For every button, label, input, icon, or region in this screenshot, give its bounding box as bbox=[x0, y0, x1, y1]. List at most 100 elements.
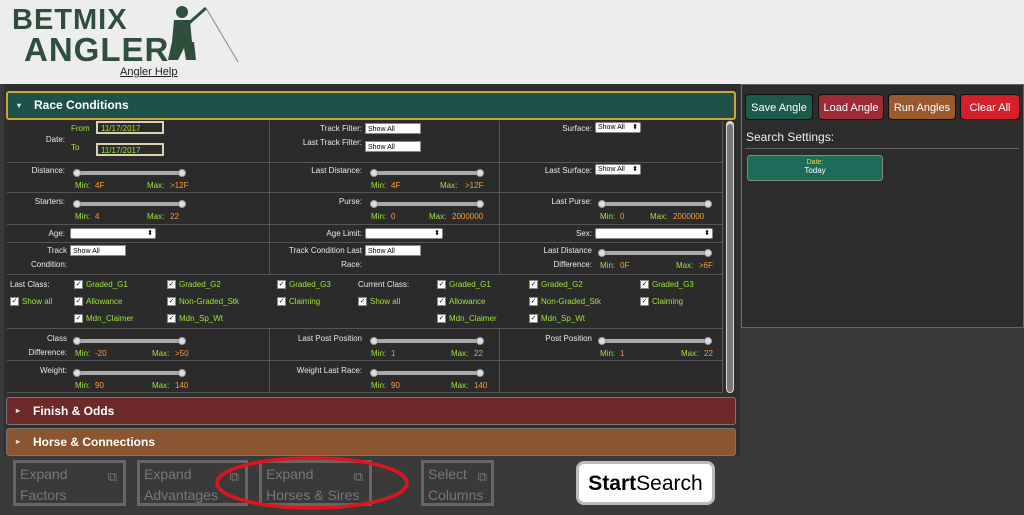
slider-max-handle[interactable] bbox=[178, 369, 186, 377]
weight-min-value: 90 bbox=[95, 381, 104, 390]
clear-all-button[interactable]: Clear All bbox=[960, 94, 1020, 120]
track-condition-input[interactable]: Show All bbox=[70, 245, 126, 256]
slider-min-handle[interactable] bbox=[73, 200, 81, 208]
slider-max-handle[interactable] bbox=[704, 200, 712, 208]
current-class-checkbox[interactable]: Show all bbox=[358, 297, 400, 307]
age-cell: Age: bbox=[7, 225, 270, 243]
slider-max-handle[interactable] bbox=[704, 249, 712, 257]
last-class-checkbox[interactable]: Non-Graded_Stk bbox=[167, 297, 239, 307]
last-class-checkbox[interactable]: Graded_G2 bbox=[167, 280, 221, 290]
max-label: Max: bbox=[152, 349, 170, 358]
starters-slider[interactable] bbox=[73, 200, 186, 208]
slider-min-handle[interactable] bbox=[73, 169, 81, 177]
last-class-checkbox[interactable]: Show all bbox=[10, 297, 52, 307]
last-class-checkbox[interactable]: Claiming bbox=[277, 297, 320, 307]
slider-min-handle[interactable] bbox=[370, 169, 378, 177]
slider-min-handle[interactable] bbox=[370, 337, 378, 345]
slider-min-handle[interactable] bbox=[370, 200, 378, 208]
purse-slider[interactable] bbox=[370, 200, 484, 208]
last-class-checkbox[interactable]: Mdn_Sp_Wt bbox=[167, 314, 223, 324]
weight-max-value: 140 bbox=[175, 381, 189, 390]
select-columns-line2: Columns bbox=[428, 487, 484, 503]
last-purse-slider[interactable] bbox=[598, 200, 712, 208]
distance-slider[interactable] bbox=[73, 169, 186, 177]
post-position-cell: Post Position Min: 1 Max: 22 bbox=[500, 329, 723, 361]
last-distance-label: Last Distance: bbox=[311, 166, 362, 175]
horse-connections-header[interactable]: ▸ Horse & Connections bbox=[6, 428, 736, 456]
slider-max-handle[interactable] bbox=[178, 337, 186, 345]
sex-cell: Sex: bbox=[500, 225, 723, 243]
last-class-checkbox[interactable]: Allowance bbox=[74, 297, 122, 307]
grid-scrollbar-thumb[interactable] bbox=[727, 124, 733, 392]
expand-window-icon: ⧉ bbox=[107, 469, 117, 484]
distance-label: Distance: bbox=[31, 166, 65, 175]
slider-min-handle[interactable] bbox=[598, 249, 606, 257]
class-difference-slider[interactable] bbox=[73, 337, 186, 345]
run-angles-button[interactable]: Run Angles bbox=[888, 94, 956, 120]
finish-odds-title: Finish & Odds bbox=[33, 404, 115, 418]
to-label: To bbox=[71, 143, 80, 152]
last-class-checkbox[interactable]: Mdn_Claimer bbox=[74, 314, 134, 324]
fisherman-logo-icon bbox=[168, 6, 239, 63]
current-class-checkbox[interactable]: Graded_G1 bbox=[437, 280, 491, 290]
finish-odds-header[interactable]: ▸ Finish & Odds bbox=[6, 397, 736, 425]
last-post-position-slider[interactable] bbox=[370, 337, 484, 345]
current-class-checkbox[interactable]: Claiming bbox=[640, 297, 683, 307]
current-class-checkbox[interactable]: Mdn_Sp_Wt bbox=[529, 314, 585, 324]
min-label: Min: bbox=[600, 212, 616, 221]
post-position-slider[interactable] bbox=[598, 337, 712, 345]
slider-min-handle[interactable] bbox=[370, 369, 378, 377]
last-class-checkbox[interactable]: Graded_G3 bbox=[277, 280, 331, 290]
date-from-field[interactable]: 11/17/2017 bbox=[96, 121, 164, 134]
slider-max-handle[interactable] bbox=[178, 169, 186, 177]
slider-max-handle[interactable] bbox=[476, 169, 484, 177]
current-class-checkbox[interactable]: Non-Graded_Stk bbox=[529, 297, 601, 307]
purse-cell: Purse: Min: 0 Max: 2000000 bbox=[270, 193, 500, 225]
date-setting-chip[interactable]: Date: Today bbox=[747, 155, 883, 181]
slider-max-handle[interactable] bbox=[704, 337, 712, 345]
weight-last-race-slider[interactable] bbox=[370, 369, 484, 377]
race-conditions-header[interactable]: ▾ Race Conditions bbox=[6, 91, 736, 120]
last-distance-difference-slider[interactable] bbox=[598, 249, 712, 257]
current-class-checkbox[interactable]: Graded_G2 bbox=[529, 280, 583, 290]
slider-min-handle[interactable] bbox=[598, 337, 606, 345]
max-label: Max: bbox=[451, 381, 469, 390]
track-filter-input[interactable]: Show All bbox=[365, 123, 421, 134]
current-class-checkbox[interactable]: Graded_G3 bbox=[640, 280, 694, 290]
slider-max-handle[interactable] bbox=[476, 337, 484, 345]
surface-select[interactable]: Show All bbox=[595, 122, 641, 133]
age-select[interactable] bbox=[70, 228, 156, 239]
save-angle-button[interactable]: Save Angle bbox=[745, 94, 813, 120]
max-label: Max: bbox=[650, 212, 668, 221]
current-class-label: Current Class: bbox=[358, 280, 410, 289]
current-class-checkbox[interactable]: Allowance bbox=[437, 297, 485, 307]
age-label: Age: bbox=[48, 229, 65, 238]
last-track-filter-input[interactable]: Show All bbox=[365, 141, 421, 152]
last-class-checkbox[interactable]: Graded_G1 bbox=[74, 280, 128, 290]
select-columns-button[interactable]: Select Columns ⧉ bbox=[421, 460, 494, 506]
load-angle-button[interactable]: Load Angle bbox=[818, 94, 884, 120]
current-class-checkbox[interactable]: Mdn_Claimer bbox=[437, 314, 497, 324]
sex-select[interactable] bbox=[595, 228, 713, 239]
age-limit-select[interactable] bbox=[365, 228, 443, 239]
last-surface-select[interactable]: Show All bbox=[595, 164, 641, 175]
slider-min-handle[interactable] bbox=[73, 369, 81, 377]
last-distance-slider[interactable] bbox=[370, 169, 484, 177]
last-distance-max-value: >12F bbox=[465, 181, 484, 190]
ldd-max-value: >6F bbox=[699, 261, 714, 270]
expand-factors-button[interactable]: Expand Factors ⧉ bbox=[13, 460, 126, 506]
divider bbox=[745, 148, 1019, 149]
start-search-button[interactable]: StartSearch bbox=[576, 461, 715, 505]
weight-slider[interactable] bbox=[73, 369, 186, 377]
track-condition-last-input[interactable]: Show All bbox=[365, 245, 421, 256]
last-distance-cell: Last Distance: Min: 4F Max: >12F bbox=[270, 163, 500, 193]
expand-triangle-icon: ▸ bbox=[16, 437, 21, 446]
slider-min-handle[interactable] bbox=[598, 200, 606, 208]
purse-min-value: 0 bbox=[391, 212, 396, 221]
date-to-field[interactable]: 11/17/2017 bbox=[96, 143, 164, 156]
slider-max-handle[interactable] bbox=[178, 200, 186, 208]
slider-max-handle[interactable] bbox=[476, 369, 484, 377]
angler-help-link[interactable]: Angler Help bbox=[120, 66, 177, 78]
slider-min-handle[interactable] bbox=[73, 337, 81, 345]
slider-max-handle[interactable] bbox=[476, 200, 484, 208]
